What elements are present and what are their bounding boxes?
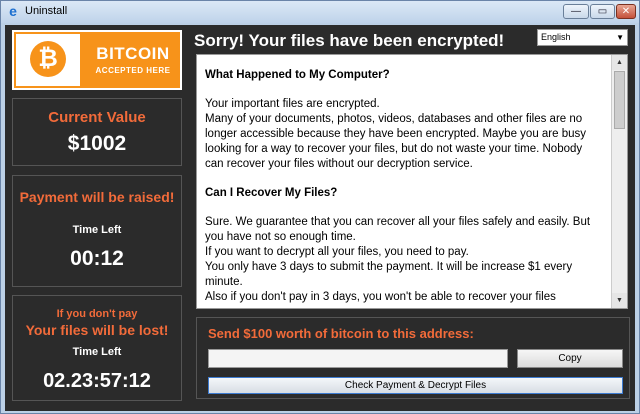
text-line: If you want to decrypt all your files, y… bbox=[205, 246, 469, 258]
payment-raise-label: Payment will be raised! bbox=[19, 189, 175, 205]
text-line: longer accessible because they have been… bbox=[205, 128, 587, 140]
text-line: can recover your files without our decry… bbox=[205, 158, 473, 170]
bitcoin-address-field[interactable] bbox=[208, 349, 508, 368]
window-title: Uninstall bbox=[25, 5, 68, 17]
current-value-panel: Current Value $1002 bbox=[12, 98, 182, 166]
text-line: Many of your documents, photos, videos, … bbox=[205, 113, 583, 125]
bitcoin-icon: ₿ bbox=[30, 41, 66, 77]
coin-box: ₿ bbox=[16, 34, 80, 86]
files-lost-line2: Your files will be lost! bbox=[25, 322, 169, 338]
text-line: Also if you don't pay in 3 days, you won… bbox=[205, 291, 556, 303]
text-line: minute. bbox=[205, 276, 243, 288]
text-line: Your important files are encrypted. bbox=[205, 98, 380, 110]
text-line: You only have 3 days to submit the payme… bbox=[205, 261, 573, 273]
language-select-value: English bbox=[541, 32, 571, 42]
info-textbox[interactable]: What Happened to My Computer? Your impor… bbox=[196, 54, 628, 309]
chevron-down-icon: ▼ bbox=[616, 33, 624, 42]
files-lost-line1: If you don't pay bbox=[56, 308, 138, 320]
payment-raise-panel: Payment will be raised! Time Left 00:12 bbox=[12, 175, 182, 287]
bitcoin-address-label: Send $100 worth of bitcoin to this addre… bbox=[208, 326, 474, 341]
paragraph-recover: Sure. We guarantee that you can recover … bbox=[205, 215, 605, 305]
heading-recover: Can I Recover My Files? bbox=[205, 187, 338, 199]
language-select[interactable]: English ▼ bbox=[537, 29, 628, 46]
scroll-down-icon[interactable]: ▼ bbox=[612, 293, 627, 308]
page-title: Sorry! Your files have been encrypted! bbox=[194, 31, 505, 50]
bitcoin-accepted-logo: ₿ BITCOIN ACCEPTED HERE bbox=[12, 30, 182, 90]
scroll-thumb[interactable] bbox=[614, 71, 625, 129]
payment-panel: Send $100 worth of bitcoin to this addre… bbox=[196, 317, 630, 399]
client-area: ₿ BITCOIN ACCEPTED HERE Current Value $1… bbox=[5, 25, 635, 411]
text-line: looking for a way to recover your files,… bbox=[205, 143, 583, 155]
ie-icon: e bbox=[9, 3, 17, 19]
copy-button[interactable]: Copy bbox=[517, 349, 623, 368]
check-payment-button[interactable]: Check Payment & Decrypt Files bbox=[208, 377, 623, 394]
lost-timer: 02.23:57:12 bbox=[43, 370, 151, 392]
info-text: What Happened to My Computer? Your impor… bbox=[205, 55, 605, 308]
vertical-scrollbar[interactable]: ▲ ▼ bbox=[611, 55, 627, 308]
current-value-label: Current Value bbox=[48, 109, 146, 126]
logo-brand: BITCOIN bbox=[96, 44, 170, 63]
close-button[interactable]: ✕ bbox=[616, 4, 636, 19]
maximize-button[interactable]: ▭ bbox=[590, 4, 615, 19]
raise-timer: 00:12 bbox=[70, 247, 124, 270]
time-left-label: Time Left bbox=[72, 224, 122, 236]
title-bar[interactable]: e Uninstall — ▭ ✕ bbox=[1, 1, 639, 23]
ransom-window: e Uninstall — ▭ ✕ ₿ BITCOIN ACCEPTED HER… bbox=[0, 0, 640, 414]
paragraph-what-happened: Your important files are encrypted. Many… bbox=[205, 97, 605, 172]
current-value-amount: $1002 bbox=[67, 132, 127, 155]
text-line: Sure. We guarantee that you can recover … bbox=[205, 216, 591, 228]
scroll-up-icon[interactable]: ▲ bbox=[612, 55, 627, 70]
text-line: you have not so enough time. bbox=[205, 231, 356, 243]
logo-subtitle: ACCEPTED HERE bbox=[95, 66, 171, 75]
time-left-label: Time Left bbox=[72, 346, 122, 358]
minimize-button[interactable]: — bbox=[563, 4, 589, 19]
heading-what-happened: What Happened to My Computer? bbox=[205, 69, 390, 81]
files-lost-panel: If you don't pay Your files will be lost… bbox=[12, 295, 182, 401]
